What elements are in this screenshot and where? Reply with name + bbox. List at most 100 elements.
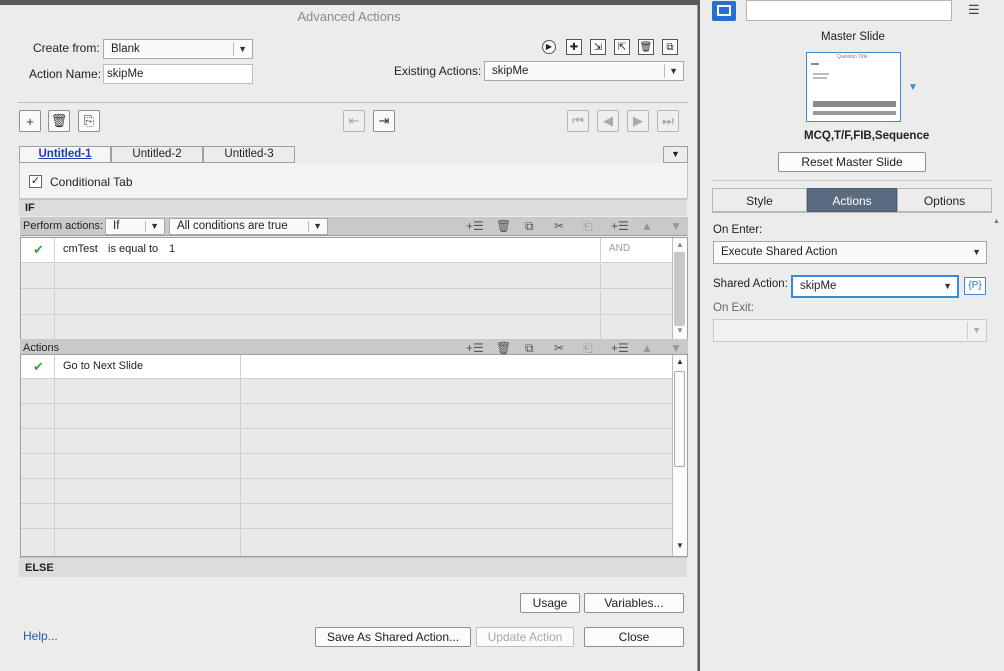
tab-actions[interactable]: Actions <box>807 188 897 212</box>
preview-icon[interactable]: ▶ <box>542 40 556 54</box>
perform-actions-label: Perform actions: <box>23 220 104 232</box>
panel-scroll-up-icon[interactable]: ▲ <box>993 218 1000 225</box>
condition-operator: is equal to <box>108 243 159 255</box>
actions-label: Actions <box>23 342 60 354</box>
table-row[interactable] <box>21 479 672 504</box>
conditions-scrollbar[interactable]: ▲ ▼ <box>672 238 687 339</box>
advanced-actions-dialog: Advanced Actions Create from: Blank ▼ Ac… <box>0 5 698 671</box>
chevron-down-icon: ▼ <box>313 221 322 231</box>
last-icon[interactable]: ⏭ <box>657 110 679 132</box>
reset-master-slide-button[interactable]: Reset Master Slide <box>778 152 926 172</box>
on-enter-dropdown[interactable]: Execute Shared Action ▼ <box>713 241 987 264</box>
move-up-icon[interactable]: ▲ <box>641 341 653 355</box>
insert-row-icon[interactable]: +☰ <box>466 219 484 233</box>
table-row[interactable]: ✔ Go to Next Slide <box>21 355 672 379</box>
on-exit-label: On Exit: <box>713 302 754 314</box>
insert-below-icon[interactable]: +☰ <box>611 341 629 355</box>
update-action-button[interactable]: Update Action <box>476 627 574 647</box>
thumbnail-dropdown-icon[interactable]: ▼ <box>908 82 918 93</box>
table-row[interactable] <box>21 379 672 404</box>
thumb-title: Question Title <box>837 54 868 60</box>
parameters-button[interactable]: {P} <box>964 277 986 295</box>
copy-icon[interactable]: ⎘ <box>78 110 100 132</box>
conditional-tab-checkbox[interactable]: ✓ <box>29 175 42 188</box>
usage-button[interactable]: Usage <box>520 593 580 613</box>
duplicate-action-icon[interactable]: ⧉ <box>662 39 678 55</box>
paste-right-icon[interactable]: ⇥ <box>373 110 395 132</box>
shared-action-dropdown[interactable]: skipMe ▼ <box>791 275 959 298</box>
delete-row-icon[interactable]: 🗑 <box>496 341 511 355</box>
table-row[interactable]: ✔ cmTest is equal to 1 AND <box>21 238 672 263</box>
export-icon[interactable]: ⇱ <box>614 39 630 55</box>
table-row[interactable] <box>21 404 672 429</box>
if-header: IF <box>19 199 687 216</box>
next-icon[interactable]: ▶ <box>627 110 649 132</box>
perform-if-dropdown[interactable]: If ▼ <box>105 218 165 235</box>
add-icon[interactable]: + <box>19 110 41 132</box>
table-row[interactable] <box>21 429 672 454</box>
dialog-title: Advanced Actions <box>297 9 401 24</box>
tab-untitled-1[interactable]: Untitled-1 <box>19 146 111 163</box>
cut-row-icon[interactable]: ✂ <box>554 341 564 355</box>
existing-actions-dropdown[interactable]: skipMe ▼ <box>484 61 684 81</box>
conditions-dropdown[interactable]: All conditions are true ▼ <box>169 218 328 235</box>
variables-button[interactable]: Variables... <box>584 593 684 613</box>
perform-if-value: If <box>113 220 120 232</box>
tab-style[interactable]: Style <box>712 188 807 212</box>
conditions-toolbar: Perform actions: If ▼ All conditions are… <box>20 217 688 236</box>
paste-left-icon[interactable]: ⇤ <box>343 110 365 132</box>
move-down-icon[interactable]: ▼ <box>670 341 682 355</box>
delete-row-icon[interactable]: 🗑 <box>496 219 511 233</box>
chevron-down-icon: ▼ <box>972 325 981 335</box>
help-link[interactable]: Help... <box>23 629 58 643</box>
chevron-down-icon: ▼ <box>669 66 678 76</box>
table-row[interactable] <box>21 264 672 289</box>
panel-menu-icon[interactable]: ☰ <box>968 2 980 18</box>
master-slide-label: Master Slide <box>821 31 885 43</box>
table-row[interactable] <box>21 504 672 529</box>
move-up-icon[interactable]: ▲ <box>641 219 653 233</box>
tabs-overflow-button[interactable]: ▼ <box>663 146 688 163</box>
divider <box>18 102 688 103</box>
slide-icon[interactable] <box>712 1 736 21</box>
delete-action-icon[interactable]: 🗑 <box>638 39 654 55</box>
cut-row-icon[interactable]: ✂ <box>554 219 564 233</box>
conditional-tab-label: Conditional Tab <box>50 175 133 189</box>
import-icon[interactable]: ⇲ <box>590 39 606 55</box>
move-down-icon[interactable]: ▼ <box>670 219 682 233</box>
slide-name-input[interactable] <box>746 0 952 21</box>
else-header: ELSE <box>19 557 687 577</box>
first-icon[interactable]: ⏮ <box>567 110 589 132</box>
table-row[interactable] <box>21 316 672 341</box>
chevron-down-icon: ▼ <box>943 281 952 291</box>
copy-row-icon[interactable]: ⧉ <box>525 219 534 234</box>
previous-icon[interactable]: ◀ <box>597 110 619 132</box>
chevron-down-icon: ▼ <box>238 44 247 54</box>
tab-untitled-3[interactable]: Untitled-3 <box>203 146 295 163</box>
add-action-icon[interactable]: ✚ <box>566 39 582 55</box>
existing-actions-value: skipMe <box>492 65 529 77</box>
table-row[interactable] <box>21 290 672 315</box>
create-from-dropdown[interactable]: Blank ▼ <box>103 39 253 59</box>
paste-row-icon[interactable]: ⎗ <box>583 219 593 234</box>
insert-row-icon[interactable]: +☰ <box>466 341 484 355</box>
create-from-value: Blank <box>111 43 140 55</box>
tab-untitled-2[interactable]: Untitled-2 <box>111 146 203 163</box>
master-slide-name: MCQ,T/F,FIB,Sequence <box>804 130 930 142</box>
trash-icon[interactable]: 🗑 <box>48 110 70 132</box>
tab-options[interactable]: Options <box>897 188 992 212</box>
actions-scrollbar[interactable]: ▲ ▼ <box>672 355 687 556</box>
chevron-down-icon: ▼ <box>972 247 981 257</box>
insert-below-icon[interactable]: +☰ <box>611 219 629 233</box>
save-as-shared-action-button[interactable]: Save As Shared Action... <box>315 627 471 647</box>
action-name-input[interactable]: skipMe <box>103 64 253 84</box>
on-enter-value: Execute Shared Action <box>721 246 838 258</box>
on-exit-dropdown[interactable]: ▼ <box>713 319 987 342</box>
chevron-down-icon: ▼ <box>150 221 159 231</box>
condition-value: 1 <box>169 243 176 255</box>
action-name-label: Action Name: <box>29 67 102 81</box>
close-button[interactable]: Close <box>584 627 684 647</box>
table-row[interactable] <box>21 529 672 556</box>
master-slide-thumbnail[interactable]: Question Title <box>806 52 901 122</box>
table-row[interactable] <box>21 454 672 479</box>
